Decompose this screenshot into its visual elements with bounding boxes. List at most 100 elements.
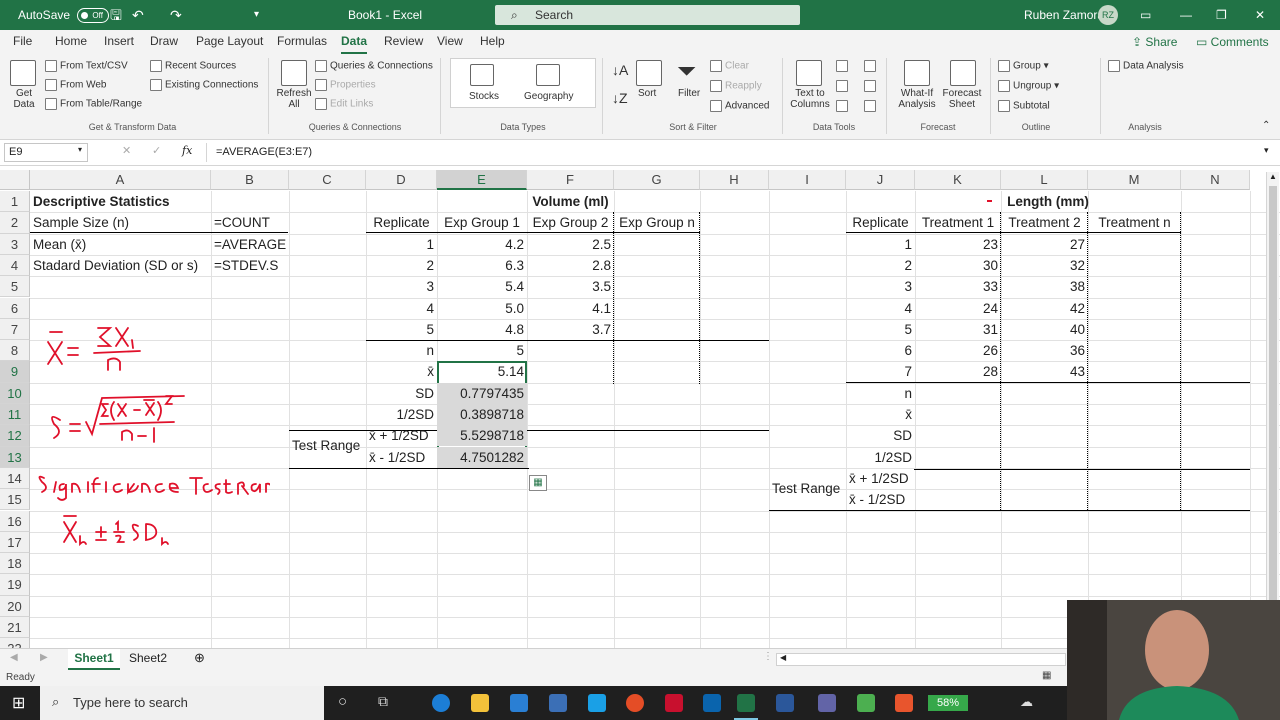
tab-review[interactable]: Review [384, 34, 423, 54]
edit-links-button[interactable]: Edit Links [315, 98, 373, 110]
volume-group2[interactable]: 3.5 [527, 276, 614, 297]
row-header-19[interactable]: 19 [0, 574, 30, 596]
battery-indicator[interactable]: 58% [928, 695, 968, 711]
volume-title[interactable]: Volume (ml) [482, 191, 659, 212]
volume-replicate[interactable]: 5 [366, 319, 437, 340]
row-header-10[interactable]: 10 [0, 382, 30, 404]
column-header-h[interactable]: H [700, 170, 769, 190]
chrome-icon[interactable] [626, 694, 644, 712]
cell-a1-title[interactable]: Descriptive Statistics [30, 191, 210, 212]
volume-stat-value[interactable]: 4.7501282 [437, 446, 527, 468]
data-analysis-button[interactable]: Data Analysis [1108, 60, 1184, 72]
length-treatment2[interactable]: 36 [1001, 340, 1088, 361]
row-header-9[interactable]: 9 [0, 361, 30, 383]
length-treatment1[interactable]: 26 [915, 340, 1001, 361]
row-header-3[interactable]: 3 [0, 233, 30, 255]
camtasia-icon[interactable] [857, 694, 875, 712]
group-button[interactable]: Group ▾ [998, 60, 1049, 72]
length-treatment2[interactable]: 40 [1001, 319, 1088, 340]
enter-icon[interactable]: ✓ [152, 144, 161, 157]
flash-fill-icon[interactable] [836, 60, 851, 72]
column-header-a[interactable]: A [30, 170, 211, 190]
length-treatment2[interactable]: 32 [1001, 255, 1088, 276]
insert-function-icon[interactable]: fx [182, 144, 192, 157]
undo-icon[interactable]: ↶ [132, 0, 144, 30]
quick-analysis-icon[interactable]: ▦ [529, 475, 547, 491]
length-header[interactable]: Treatment 2 [1001, 212, 1088, 233]
subtotal-button[interactable]: Subtotal [998, 100, 1050, 112]
search-box[interactable]: ⌕ Search [495, 5, 800, 25]
name-box-dropdown-icon[interactable]: ▾ [78, 145, 82, 154]
minimize-icon[interactable]: — [1180, 0, 1192, 30]
length-test-range[interactable]: Test Range [769, 478, 846, 499]
filter-button[interactable]: Filter [678, 88, 700, 99]
comments-button[interactable]: ▭ Comments [1190, 32, 1275, 52]
manage-data-model-icon[interactable] [864, 100, 879, 112]
text-to-columns-button[interactable]: Text to Columns [788, 88, 832, 110]
volume-stat-label[interactable]: x̄ + 1/2SD [366, 425, 437, 446]
column-header-l[interactable]: L [1001, 170, 1088, 190]
save-icon[interactable]: 🖫 [110, 0, 122, 30]
cloud-icon[interactable]: ☁ [1020, 694, 1033, 710]
worksheet-grid[interactable]: ABCDEFGHIJKLMN 1 2 3 4 5 6 7 8 9 10 11 12 13 14 15 16 17… [0, 170, 1280, 650]
volume-stat-value[interactable]: 0.3898718 [437, 404, 527, 425]
volume-replicate[interactable]: 3 [366, 276, 437, 297]
teams-icon[interactable] [818, 694, 836, 712]
length-stat-label[interactable]: x̄ + 1/2SD [846, 468, 915, 489]
recorder-icon[interactable] [895, 694, 913, 712]
length-treatment1[interactable]: 30 [915, 255, 1001, 276]
redo-icon[interactable]: ↷ [170, 0, 182, 30]
row-header-20[interactable]: 20 [0, 595, 30, 617]
stocks-button[interactable]: Stocks [469, 91, 499, 102]
customize-qat-icon[interactable]: ▾ [254, 0, 259, 30]
taskbar-search[interactable]: ⌕ Type here to search [40, 686, 324, 720]
length-stat-label[interactable]: SD [846, 425, 915, 446]
length-replicate[interactable]: 5 [846, 319, 915, 340]
clear-button[interactable]: Clear [710, 60, 749, 72]
volume-header[interactable]: Exp Group n [614, 212, 700, 233]
tab-help[interactable]: Help [480, 34, 505, 54]
name-box[interactable]: E9 [4, 143, 88, 162]
share-button[interactable]: ⇪ Share [1126, 32, 1183, 52]
length-title[interactable]: Length (mm) [958, 191, 1138, 212]
task-view-icon[interactable]: ⧉ [378, 693, 388, 710]
length-replicate[interactable]: 1 [846, 234, 915, 255]
lync-icon[interactable] [588, 694, 606, 712]
from-web-button[interactable]: From Web [45, 79, 107, 91]
volume-group2[interactable]: 3.7 [527, 319, 614, 340]
word-icon[interactable] [776, 694, 794, 712]
forecast-sheet-button[interactable]: Forecast Sheet [940, 88, 984, 110]
close-icon[interactable]: ✕ [1255, 0, 1265, 30]
get-data-button[interactable]: Get Data [8, 88, 40, 110]
column-header-f[interactable]: F [527, 170, 614, 190]
volume-group1[interactable]: 5.0 [437, 298, 527, 319]
excel-taskbar-icon[interactable] [737, 694, 755, 712]
horizontal-scrollbar[interactable]: ◀ [776, 653, 1066, 666]
length-stat-label[interactable]: x̄ - 1/2SD [846, 489, 915, 510]
from-text-csv-button[interactable]: From Text/CSV [45, 60, 128, 72]
volume-group1[interactable]: 4.2 [437, 234, 527, 255]
volume-replicate[interactable]: 2 [366, 255, 437, 276]
tab-file[interactable]: File [13, 34, 32, 54]
length-stat-label[interactable]: n [846, 383, 915, 404]
length-header[interactable]: Treatment n [1088, 212, 1181, 233]
normal-view-icon[interactable]: ▦ [1042, 670, 1051, 681]
relationships-icon[interactable] [864, 80, 879, 92]
prev-sheet-icon[interactable]: ◀ [10, 652, 18, 663]
column-header-d[interactable]: D [366, 170, 437, 190]
scroll-thumb[interactable] [1269, 186, 1277, 606]
volume-header[interactable]: Exp Group 2 [527, 212, 614, 233]
ungroup-button[interactable]: Ungroup ▾ [998, 80, 1059, 92]
existing-connections-button[interactable]: Existing Connections [150, 79, 258, 91]
add-sheet-icon[interactable]: ⊕ [194, 650, 205, 666]
row-header-8[interactable]: 8 [0, 340, 30, 362]
volume-group2[interactable]: 2.8 [527, 255, 614, 276]
volume-replicate[interactable]: 4 [366, 298, 437, 319]
column-header-m[interactable]: M [1088, 170, 1181, 190]
row-header-17[interactable]: 17 [0, 531, 30, 554]
volume-stat-label[interactable]: n [366, 340, 437, 361]
volume-test-range[interactable]: Test Range [289, 435, 366, 456]
volume-stat-value[interactable]: 5.5298718 [437, 425, 527, 447]
scroll-left-icon[interactable]: ◀ [780, 653, 786, 662]
what-if-button[interactable]: What-If Analysis [894, 88, 940, 110]
